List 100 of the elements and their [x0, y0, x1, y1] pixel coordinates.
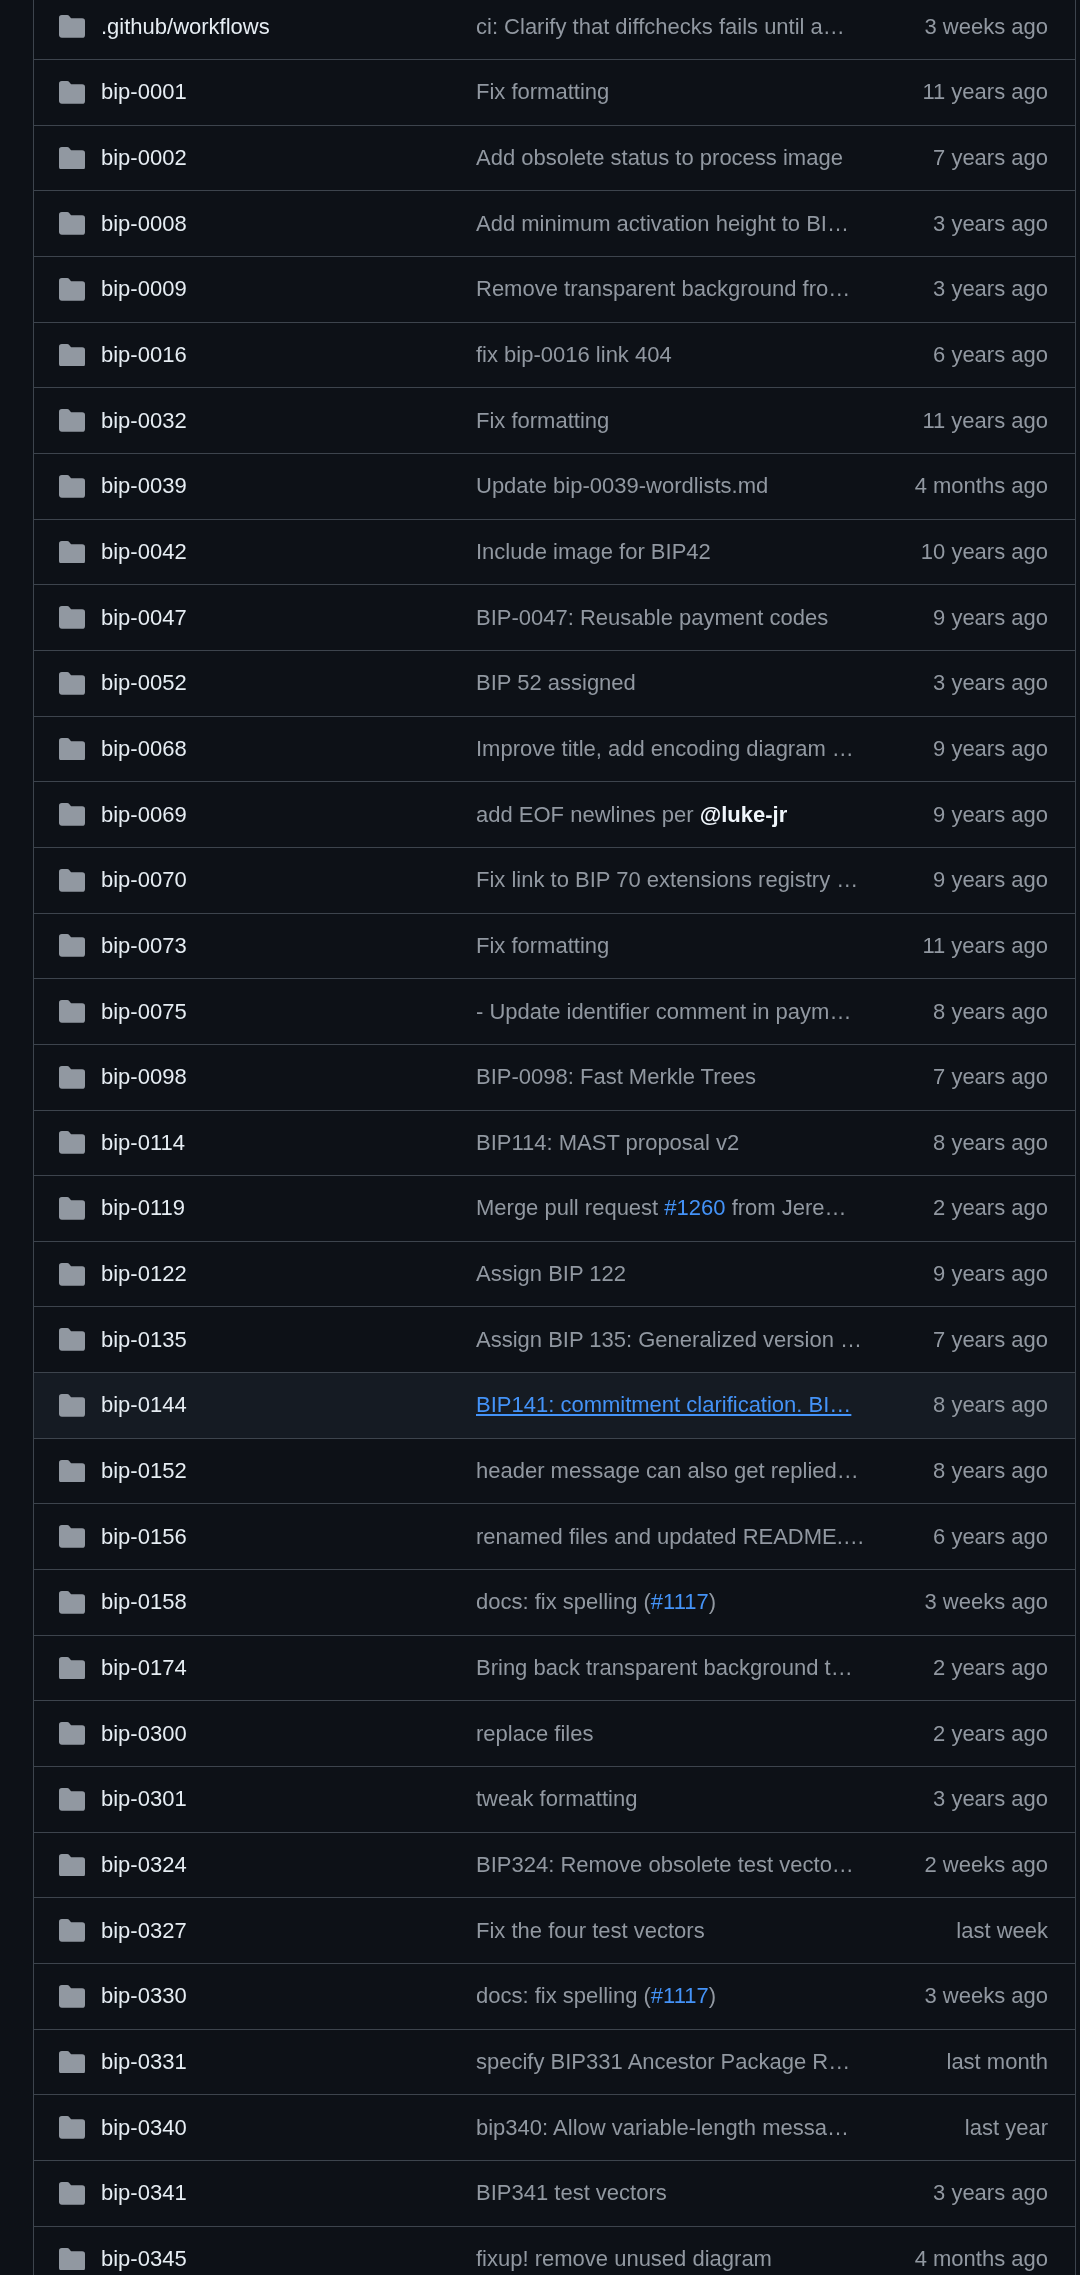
commit-message-link[interactable]: header message can also get replied…	[476, 1458, 859, 1484]
folder-name-link[interactable]: .github/workflows	[101, 13, 460, 40]
file-row[interactable]: bip-0324 BIP324: Remove obsolete test vecto… 2 weeks ago	[34, 1832, 1075, 1899]
commit-message-link[interactable]: BIP 52 assigned	[476, 670, 636, 696]
file-row[interactable]: bip-0345 fixup! remove unused diagram 4 months ago	[34, 2226, 1075, 2275]
commit-message-link[interactable]: Include image for BIP42	[476, 538, 711, 564]
folder-name-link[interactable]: bip-0069	[101, 801, 460, 828]
file-row[interactable]: bip-0002 Add obsolete status to process image 7 years ago	[34, 125, 1075, 192]
file-row[interactable]: bip-0300 replace files 2 years ago	[34, 1701, 1075, 1768]
folder-name-link[interactable]: bip-0144	[101, 1392, 460, 1419]
folder-name-link[interactable]: bip-0114	[101, 1129, 460, 1156]
folder-name-link[interactable]: bip-0174	[101, 1655, 460, 1682]
file-row[interactable]: bip-0068 Improve title, add encoding diagram … 9 years ago	[34, 716, 1075, 783]
commit-message-link[interactable]: Merge pull request #1260 from Jere…	[476, 1195, 847, 1221]
file-row[interactable]: bip-0330 docs: fix spelling (#1117) 3 weeks ago	[34, 1964, 1075, 2030]
folder-name-link[interactable]: bip-0158	[101, 1589, 460, 1616]
file-row[interactable]: bip-0047 BIP-0047: Reusable payment codes 9 years ago	[34, 585, 1075, 651]
commit-message-link[interactable]: Add minimum activation height to BI…	[476, 210, 849, 236]
commit-message-link[interactable]: Bring back transparent background t…	[476, 1655, 853, 1681]
folder-name-link[interactable]: bip-0098	[101, 1064, 460, 1091]
commit-message-link[interactable]: Assign BIP 122	[476, 1261, 627, 1287]
folder-name-link[interactable]: bip-0327	[101, 1917, 460, 1944]
folder-name-link[interactable]: bip-0152	[101, 1458, 460, 1485]
file-row[interactable]: bip-0073 Fix formatting 11 years ago	[34, 913, 1075, 980]
file-row[interactable]: .github/workflows ci: Clarify that diffchecks fails until a… 3 weeks ago	[34, 0, 1075, 60]
commit-message-link[interactable]: replace files	[476, 1720, 594, 1746]
file-row[interactable]: bip-0114 BIP114: MAST proposal v2 8 years ago	[34, 1110, 1075, 1177]
commit-message-link[interactable]: ci: Clarify that diffchecks fails until a…	[476, 13, 845, 39]
user-mention-link[interactable]: @luke-jr	[699, 801, 788, 827]
folder-name-link[interactable]: bip-0341	[101, 2180, 460, 2207]
folder-name-link[interactable]: bip-0301	[101, 1786, 460, 1813]
file-row[interactable]: bip-0156 renamed files and updated README.… 6 years ago	[34, 1504, 1075, 1571]
commit-message-link[interactable]: fixup! remove unused diagram	[476, 2246, 772, 2271]
folder-name-link[interactable]: bip-0002	[101, 145, 460, 171]
file-row[interactable]: bip-0119 Merge pull request #1260 from Jere… 2 years ago	[34, 1176, 1075, 1242]
folder-name-link[interactable]: bip-0070	[101, 867, 460, 894]
folder-name-link[interactable]: bip-0008	[101, 210, 460, 237]
file-row[interactable]: bip-0039 Update bip-0039-wordlists.md 4 months ago	[34, 453, 1075, 520]
commit-message-link[interactable]: BIP-0047: Reusable payment codes	[476, 604, 829, 630]
folder-name-link[interactable]: bip-0001	[101, 79, 460, 106]
folder-name-link[interactable]: bip-0052	[101, 670, 460, 697]
issue-link[interactable]: #1260	[664, 1195, 726, 1221]
commit-message-link[interactable]: BIP341 test vectors	[476, 2180, 667, 2206]
commit-message-link[interactable]: Fix the four test vectors	[476, 1917, 705, 1943]
folder-name-link[interactable]: bip-0016	[101, 341, 460, 368]
file-row[interactable]: bip-0052 BIP 52 assigned 3 years ago	[34, 650, 1075, 717]
commit-message-link[interactable]: Assign BIP 135: Generalized version …	[476, 1326, 863, 1352]
commit-message-link[interactable]: BIP114: MAST proposal v2	[476, 1129, 740, 1155]
file-row[interactable]: bip-0098 BIP-0098: Fast Merkle Trees 7 years ago	[34, 1044, 1075, 1111]
folder-name-link[interactable]: bip-0345	[101, 2246, 460, 2272]
commit-message-link[interactable]: bip340: Allow variable-length messa…	[476, 2114, 849, 2140]
folder-name-link[interactable]: bip-0330	[101, 1983, 460, 2010]
folder-name-link[interactable]: bip-0135	[101, 1326, 460, 1353]
commit-message-link[interactable]: Fix link to BIP 70 extensions registry …	[476, 867, 859, 893]
commit-message-link[interactable]: Fix formatting	[476, 932, 610, 958]
commit-message-link[interactable]: add EOF newlines per @luke-jr	[476, 801, 788, 827]
folder-name-link[interactable]: bip-0073	[101, 932, 460, 959]
commit-message-link[interactable]: renamed files and updated README.…	[476, 1523, 865, 1549]
folder-name-link[interactable]: bip-0047	[101, 604, 460, 631]
issue-link[interactable]: #1117	[650, 1589, 709, 1615]
folder-name-link[interactable]: bip-0122	[101, 1261, 460, 1288]
commit-message-link[interactable]: Remove transparent background fro…	[476, 276, 851, 302]
file-row[interactable]: bip-0341 BIP341 test vectors 3 years ago	[34, 2161, 1075, 2227]
commit-message-link[interactable]: BIP-0098: Fast Merkle Trees	[476, 1064, 756, 1090]
folder-name-link[interactable]: bip-0075	[101, 998, 460, 1025]
commit-message-link[interactable]: Update bip-0039-wordlists.md	[476, 473, 769, 499]
folder-name-link[interactable]: bip-0039	[101, 473, 460, 500]
file-row[interactable]: bip-0340 bip340: Allow variable-length messa… last year	[34, 2095, 1075, 2161]
commit-message-link[interactable]: Add obsolete status to process image	[476, 145, 843, 170]
issue-link[interactable]: #1117	[650, 1983, 709, 2009]
commit-message-link[interactable]: docs: fix spelling (#1117)	[476, 1983, 717, 2009]
commit-message-link[interactable]: - Update identifier comment in paym…	[476, 998, 852, 1024]
file-row[interactable]: bip-0069 add EOF newlines per @luke-jr 9 years ago	[34, 782, 1075, 848]
file-row[interactable]: bip-0327 Fix the four test vectors last week	[34, 1898, 1075, 1965]
file-row[interactable]: bip-0174 Bring back transparent background t… 2 years ago	[34, 1635, 1075, 1702]
folder-name-link[interactable]: bip-0009	[101, 276, 460, 303]
folder-name-link[interactable]: bip-0119	[101, 1195, 460, 1222]
file-row[interactable]: bip-0152 header message can also get replied… 8 years ago	[34, 1438, 1075, 1505]
file-row[interactable]: bip-0301 tweak formatting 3 years ago	[34, 1767, 1075, 1833]
commit-message-link[interactable]: specify BIP331 Ancestor Package R…	[476, 2049, 851, 2074]
folder-name-link[interactable]: bip-0324	[101, 1852, 460, 1879]
commit-message-link[interactable]: Improve title, add encoding diagram …	[476, 735, 854, 761]
folder-name-link[interactable]: bip-0300	[101, 1720, 460, 1747]
folder-name-link[interactable]: bip-0156	[101, 1523, 460, 1550]
file-row[interactable]: bip-0144 BIP141: commitment clarification. BI… 8 years ago	[34, 1373, 1075, 1439]
file-row[interactable]: bip-0331 specify BIP331 Ancestor Package R… last month	[34, 2029, 1075, 2096]
file-row[interactable]: bip-0042 Include image for BIP42 10 years ago	[34, 519, 1075, 586]
commit-message-link[interactable]: docs: fix spelling (#1117)	[476, 1589, 717, 1615]
folder-name-link[interactable]: bip-0331	[101, 2049, 460, 2075]
commit-message-link[interactable]: BIP141: commitment clarification. BI…	[476, 1392, 852, 1418]
file-row[interactable]: bip-0001 Fix formatting 11 years ago	[34, 60, 1075, 126]
folder-name-link[interactable]: bip-0068	[101, 735, 460, 762]
commit-message-link[interactable]: tweak formatting	[476, 1786, 638, 1812]
file-row[interactable]: bip-0032 Fix formatting 11 years ago	[34, 388, 1075, 454]
commit-message-link[interactable]: Fix formatting	[476, 407, 610, 433]
commit-message-link[interactable]: Fix formatting	[476, 79, 610, 105]
file-row[interactable]: bip-0075 - Update identifier comment in paym… 8 years ago	[34, 979, 1075, 1045]
file-row[interactable]: bip-0122 Assign BIP 122 9 years ago	[34, 1241, 1075, 1308]
folder-name-link[interactable]: bip-0340	[101, 2114, 460, 2141]
file-row[interactable]: bip-0070 Fix link to BIP 70 extensions registry … 9 years ago	[34, 847, 1075, 914]
